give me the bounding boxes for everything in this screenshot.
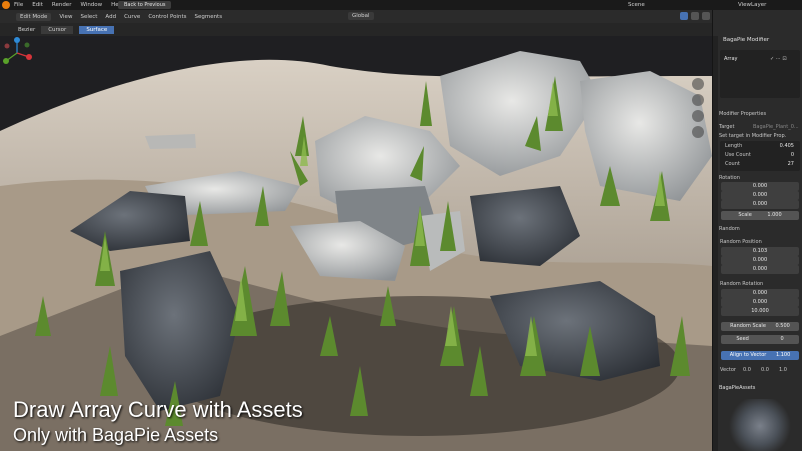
vector-y-value[interactable]: 0.0 — [761, 367, 769, 373]
bagapie-sidebar-panel: BagaPie Modifier Array ✓ ⋯ ⊡ Modifier Pr… — [712, 10, 802, 451]
seed-value: 0 — [780, 336, 784, 342]
tool-settings-bar: Bezier Cursor Surface — [0, 23, 712, 36]
vector-label: Vector — [720, 367, 736, 373]
assets-section-label: BagaPieAssets — [719, 385, 756, 391]
vector-z-value[interactable]: 1.0 — [779, 367, 787, 373]
set-target-hint: Set target in Modifier Prop. — [719, 133, 787, 139]
length-label: Length — [725, 143, 743, 149]
cursor-option-button[interactable]: Cursor — [41, 25, 74, 34]
random-rotation-y-field[interactable]: 0.000 — [721, 298, 799, 307]
target-field[interactable]: BagaPie_Plant_0... — [753, 124, 799, 130]
panel-title: BagaPie Modifier — [723, 37, 770, 43]
rotation-label: Rotation — [719, 175, 740, 181]
sidebar-tabs[interactable] — [713, 36, 718, 451]
grid-perspective-icon[interactable] — [692, 126, 704, 138]
back-to-previous-button[interactable]: Back to Previous — [118, 1, 172, 9]
length-value[interactable]: 0.405 — [780, 143, 794, 149]
random-scale-value: 0.500 — [775, 323, 790, 329]
rotation-z-field[interactable]: 0.000 — [721, 200, 799, 209]
align-value: 1.100 — [775, 352, 791, 358]
viewport-header: Edit Mode View Select Add Curve Control … — [0, 10, 721, 23]
header-menu-control-points[interactable]: Control Points — [148, 14, 186, 20]
3d-viewport[interactable]: Draw Array Curve with Assets Only with B… — [0, 36, 712, 451]
camera-view-icon[interactable] — [692, 110, 704, 122]
random-position-x-field[interactable]: 0.103 — [721, 247, 799, 256]
menu-file[interactable]: File — [14, 2, 23, 8]
caption-title: Draw Array Curve with Assets — [13, 397, 303, 422]
menu-render[interactable]: Render — [52, 2, 72, 8]
random-position-y-field[interactable]: 0.000 — [721, 256, 799, 265]
random-scale-field[interactable]: Random Scale 0.500 — [721, 322, 799, 331]
modifier-list: Array ✓ ⋯ ⊡ — [720, 50, 800, 98]
top-menu-bar: File Edit Render Window Help Back to Pre… — [0, 0, 802, 10]
menu-window[interactable]: Window — [80, 2, 102, 8]
seed-field[interactable]: Seed 0 — [721, 335, 799, 344]
seed-label: Seed — [736, 336, 749, 342]
header-menu-select[interactable]: Select — [80, 14, 97, 20]
random-rotation-label: Random Rotation — [720, 281, 764, 287]
scale-label: Scale — [738, 212, 752, 218]
asset-thumbnail[interactable] — [729, 399, 791, 451]
header-menu-segments[interactable]: Segments — [194, 14, 222, 20]
scene-render — [0, 36, 712, 451]
mode-dropdown[interactable]: Edit Mode — [16, 12, 52, 21]
count-label: Count — [725, 161, 740, 167]
use-count-value[interactable]: 0 — [791, 152, 794, 158]
pan-hand-icon[interactable] — [692, 94, 704, 106]
modifier-name[interactable]: Array — [724, 56, 737, 62]
vector-x-value[interactable]: 0.0 — [743, 367, 751, 373]
target-label: Target — [719, 124, 735, 130]
modifier-actions-icon[interactable]: ✓ ⋯ ⊡ — [770, 56, 787, 62]
scene-selector[interactable]: Scene — [628, 0, 645, 10]
random-rotation-z-field[interactable]: 10.000 — [721, 307, 799, 316]
caption-subtitle: Only with BagaPie Assets — [13, 425, 219, 445]
scale-value: 1.000 — [767, 212, 782, 218]
curve-type-dropdown[interactable]: Bezier — [18, 27, 35, 33]
align-to-vector-field[interactable]: Align to Vector 1.100 — [721, 351, 799, 360]
menu-edit[interactable]: Edit — [32, 2, 43, 8]
zoom-icon[interactable] — [692, 78, 704, 90]
scale-field[interactable]: Scale 1.000 — [721, 211, 799, 220]
use-count-label: Use Count — [725, 152, 751, 158]
header-menu-view[interactable]: View — [59, 14, 72, 20]
surface-option-button[interactable]: Surface — [79, 25, 115, 34]
rotation-x-field[interactable]: 0.000 — [721, 182, 799, 191]
random-position-label: Random Position — [720, 239, 762, 245]
rotation-y-field[interactable]: 0.000 — [721, 191, 799, 200]
random-section-label: Random — [719, 226, 740, 232]
random-rotation-x-field[interactable]: 0.000 — [721, 289, 799, 298]
header-menu-curve[interactable]: Curve — [124, 14, 140, 20]
solid-shading-icon[interactable] — [702, 12, 710, 20]
view-layer-selector[interactable]: ViewLayer — [738, 0, 766, 10]
count-value[interactable]: 27 — [788, 161, 794, 167]
random-position-z-field[interactable]: 0.000 — [721, 265, 799, 274]
overlay-toggle-icon[interactable] — [680, 12, 688, 20]
header-menu-add[interactable]: Add — [105, 14, 116, 20]
navigation-gizmo[interactable] — [0, 36, 34, 70]
modifier-props-header: Modifier Properties — [719, 111, 767, 117]
orientation-dropdown[interactable]: Global — [348, 12, 374, 20]
random-scale-label: Random Scale — [730, 323, 766, 329]
align-label: Align to Vector — [729, 352, 767, 358]
xray-icon[interactable] — [691, 12, 699, 20]
blender-logo-icon[interactable] — [2, 1, 10, 9]
